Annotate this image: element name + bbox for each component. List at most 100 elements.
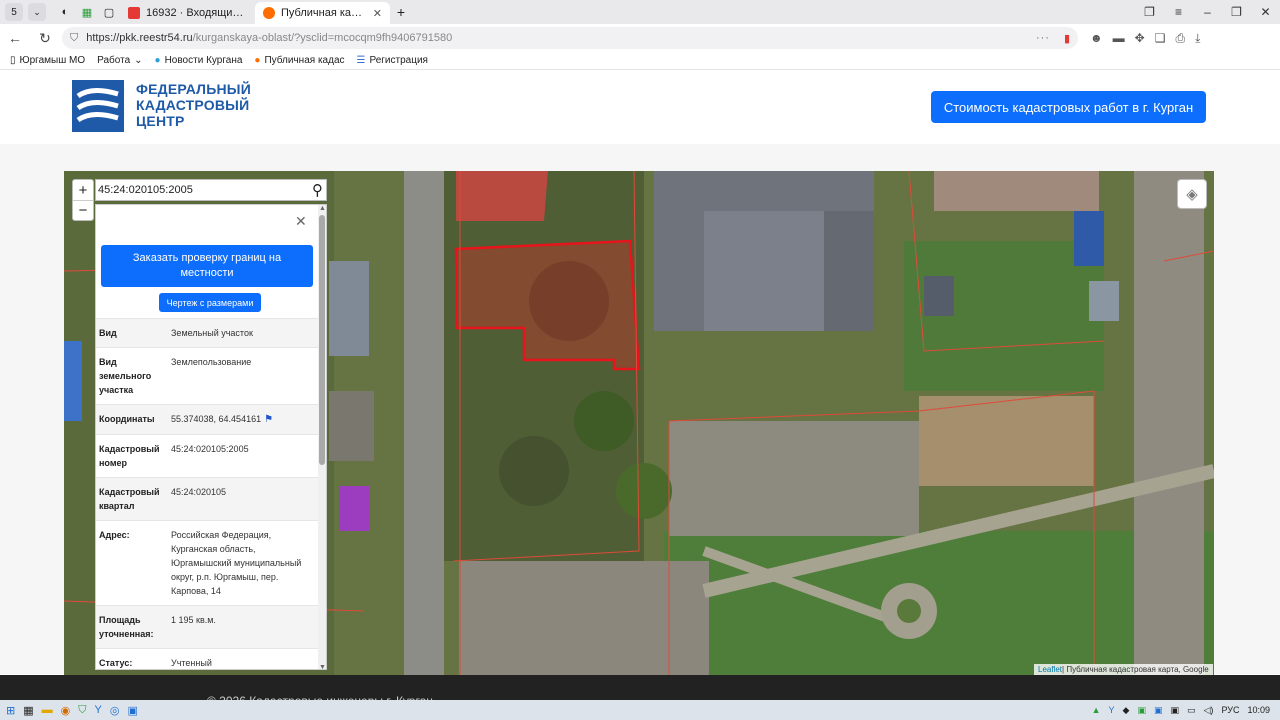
- zoom-control: + −: [72, 179, 94, 221]
- minimize-icon[interactable]: –: [1193, 5, 1222, 19]
- start-icon[interactable]: ⊞: [6, 704, 15, 717]
- app-icon-2[interactable]: ⛉: [78, 704, 86, 717]
- security-shield-icon[interactable]: ⛉: [70, 32, 78, 45]
- tray-icon-2[interactable]: Y: [1109, 705, 1115, 715]
- extension-icon-2[interactable]: ▬: [1113, 31, 1125, 46]
- property-key: Вид: [99, 328, 117, 338]
- cadastral-cost-button[interactable]: Стоимость кадастровых работ в г. Курган: [931, 91, 1206, 123]
- bookmarks-bar: ▯ Юргамыш МО Работа ⌄ ● Новости Кургана ● Пу…: [0, 52, 1280, 70]
- new-tab-icon[interactable]: +: [390, 4, 412, 20]
- browser-icon[interactable]: ◎: [110, 704, 120, 717]
- tray-icon-1[interactable]: ▲: [1092, 705, 1101, 715]
- parcel-info-panel: ✕ Заказать проверку границ на местности …: [95, 204, 327, 670]
- download-icon[interactable]: ⤓: [1195, 31, 1200, 46]
- app-icon-1[interactable]: ◉: [61, 704, 71, 717]
- locate-on-map-icon[interactable]: ⚑: [264, 414, 273, 425]
- reload-icon[interactable]: ↻: [30, 30, 60, 47]
- property-key: Кадастровый квартал: [99, 487, 160, 511]
- bookmark-item[interactable]: ● Новости Кургана: [155, 55, 243, 66]
- logo-emblem[interactable]: [72, 80, 124, 132]
- scroll-up-icon[interactable]: ▲: [319, 205, 326, 212]
- table-row: Адрес: Российская Федерация, Курганская …: [96, 520, 318, 605]
- file-explorer-icon[interactable]: ▬: [42, 704, 53, 717]
- close-tab-icon[interactable]: ✕: [373, 7, 382, 20]
- close-window-icon[interactable]: ✕: [1251, 5, 1280, 19]
- scroll-down-icon[interactable]: ▼: [319, 664, 326, 669]
- taskbar-lang[interactable]: РУС: [1221, 705, 1239, 715]
- property-value: 55.374038, 64.454161 ⚑: [171, 412, 318, 427]
- property-key: Статус:: [99, 658, 133, 668]
- attribution-text: | Публичная кадастровая карта, Google: [1062, 665, 1209, 674]
- collections-icon[interactable]: ❐: [1135, 5, 1164, 19]
- os-taskbar: ⊞ ▦ ▬ ◉ ⛉ Y ◎ ▣ ▲ Y ◆ ▣ ▣ ▣ ▭ ◁) РУС 10:…: [0, 700, 1280, 720]
- scrollbar-thumb[interactable]: [319, 215, 325, 465]
- menu-icon[interactable]: ≡: [1164, 5, 1193, 19]
- bookmark-item[interactable]: ● Публичная кадас: [254, 55, 344, 66]
- tray-icon-3[interactable]: ◆: [1123, 705, 1130, 716]
- extension-icon-1[interactable]: ☻: [1090, 31, 1103, 46]
- puzzle-icon[interactable]: ✥: [1135, 31, 1145, 46]
- layers-icon[interactable]: ◈: [1177, 179, 1207, 209]
- bookmark-icon[interactable]: ▮: [1064, 32, 1070, 45]
- close-icon[interactable]: ✕: [295, 213, 307, 230]
- tray-icon-4[interactable]: ▣: [1137, 705, 1146, 716]
- tab-cadastral-map[interactable]: Публичная кадастровая карта ✕: [255, 2, 390, 24]
- tray-icon-6[interactable]: ▣: [1170, 705, 1179, 716]
- property-value: 45:24:020105:2005: [171, 444, 249, 454]
- window-controls: ❐ ≡ – ❐ ✕: [1135, 0, 1280, 24]
- drawing-button[interactable]: Чертеж с размерами: [159, 293, 261, 312]
- logo-text[interactable]: ФЕДЕРАЛЬНЫЙ КАДАСТРОВЫЙ ЦЕНТР: [136, 81, 251, 129]
- property-value: 45:24:020105: [171, 487, 227, 497]
- list-icon: ☰: [356, 55, 366, 66]
- pinned-tab-icon-2[interactable]: ▦: [76, 0, 98, 24]
- cadastral-search-input[interactable]: 45:24:020105:2005 ⚲: [95, 179, 327, 201]
- bookmark-item[interactable]: ☰ Регистрация: [357, 55, 428, 66]
- properties-table: Вид Земельный участок Вид земельного уча…: [96, 318, 318, 669]
- leaflet-link[interactable]: Leaflet: [1038, 665, 1062, 674]
- back-icon[interactable]: ←: [0, 30, 30, 46]
- page-icon: ▯: [10, 55, 16, 66]
- property-value: 1 195 кв.м.: [171, 615, 216, 625]
- chevron-down-icon: ⌄: [134, 55, 143, 66]
- sidebar-icon[interactable]: ❏: [1155, 31, 1166, 46]
- task-view-icon[interactable]: ▦: [23, 704, 33, 717]
- pinned-tab-icon-1[interactable]: ◐: [54, 0, 76, 24]
- table-row: Кадастровый квартал 45:24:020105: [96, 477, 318, 520]
- map-attribution: Leaflet | Публичная кадастровая карта, G…: [1034, 664, 1213, 675]
- search-icon[interactable]: ⚲: [312, 181, 323, 199]
- panel-scrollbar[interactable]: ▲ ▼: [318, 205, 326, 669]
- app-icon-3[interactable]: Y: [94, 704, 101, 717]
- map-favicon-icon: ●: [254, 55, 261, 66]
- property-key: Координаты: [99, 414, 155, 424]
- property-key: Кадастровый номер: [99, 444, 160, 468]
- url-path: /kurganskaya-oblast/?ysclid=mcocqm9fh940…: [192, 32, 453, 44]
- zoom-out-button[interactable]: −: [73, 200, 93, 220]
- table-row: Площадь уточненная: 1 195 кв.м.: [96, 605, 318, 648]
- screenshot-icon[interactable]: ⎙: [1175, 31, 1185, 46]
- bookmark-folder[interactable]: Работа ⌄: [97, 55, 142, 66]
- bookmark-item[interactable]: ▯ Юргамыш МО: [10, 55, 85, 66]
- tab-mail[interactable]: 16932 · Входящие — Яндекс: [120, 2, 255, 24]
- table-row: Кадастровый номер 45:24:020105:2005: [96, 434, 318, 477]
- app-icon-4[interactable]: ▣: [127, 704, 137, 717]
- table-row: Вид земельного участка Землепользование: [96, 347, 318, 404]
- tray-icon-5[interactable]: ▣: [1154, 705, 1163, 716]
- property-value: Российская Федерация, Курганская область…: [171, 530, 302, 596]
- more-icon[interactable]: ···: [1036, 32, 1050, 44]
- tabs-dropdown-icon[interactable]: ⌄: [28, 3, 46, 21]
- property-key: Вид земельного участка: [99, 357, 152, 395]
- coordinates-value: 55.374038, 64.454161: [171, 414, 262, 424]
- property-value: Учтенный: [171, 658, 212, 668]
- volume-icon[interactable]: ◁): [1204, 705, 1214, 716]
- taskbar-clock[interactable]: 10:09: [1247, 705, 1270, 715]
- table-row: Координаты 55.374038, 64.454161 ⚑: [96, 404, 318, 434]
- zoom-in-button[interactable]: +: [73, 180, 93, 200]
- url-field[interactable]: ⛉ https://pkk.reestr54.ru /kurganskaya-o…: [62, 27, 1078, 49]
- pinned-tab-icon-3[interactable]: ▢: [98, 0, 120, 24]
- maximize-icon[interactable]: ❐: [1222, 5, 1251, 19]
- order-boundary-check-button[interactable]: Заказать проверку границ на местности: [101, 245, 313, 287]
- mail-icon: [128, 7, 140, 19]
- network-icon[interactable]: ▭: [1187, 705, 1196, 716]
- search-value: 45:24:020105:2005: [98, 184, 193, 196]
- tab-count-button[interactable]: 5: [5, 3, 23, 21]
